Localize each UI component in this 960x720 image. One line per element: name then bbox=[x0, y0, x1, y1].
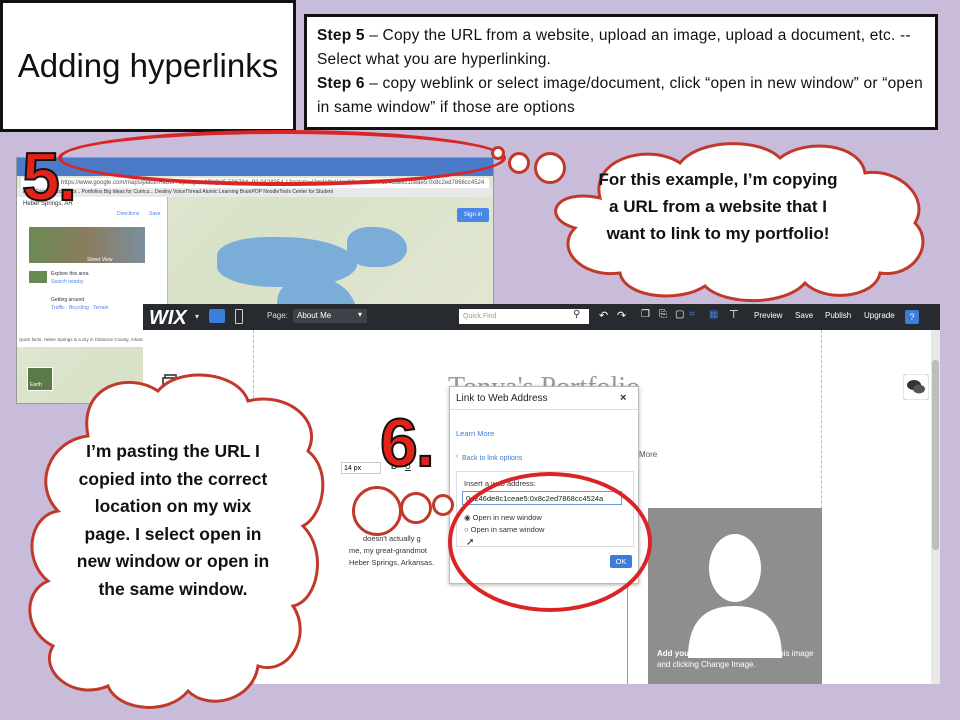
chevron-down-icon[interactable]: ▾ bbox=[358, 310, 362, 319]
help-button[interactable]: ? bbox=[905, 310, 919, 324]
paste-icon[interactable]: ⎘ bbox=[659, 309, 667, 320]
page-select[interactable]: About Me bbox=[293, 309, 367, 323]
page-label: Page: bbox=[267, 311, 288, 320]
lake-shape bbox=[217, 237, 357, 287]
dialog-divider bbox=[450, 409, 638, 410]
preview-button[interactable]: Preview bbox=[754, 311, 782, 320]
quick-find-input[interactable]: Quick Find bbox=[459, 309, 589, 324]
quick-facts: Quick facts: Heber Springs is a city in … bbox=[19, 337, 150, 342]
body-text-line[interactable]: Heber Springs, Arkansas. bbox=[349, 558, 434, 568]
rulers-icon[interactable]: ⊤ bbox=[729, 308, 739, 321]
directions-link[interactable]: Directions bbox=[117, 211, 139, 217]
desktop-view-icon[interactable] bbox=[209, 309, 225, 323]
thought-bubble bbox=[508, 152, 530, 174]
url-highlight-ellipse bbox=[58, 130, 506, 186]
redo-icon[interactable]: ↷ bbox=[617, 309, 626, 322]
callout-text-top-right: For this example, I’m copying a URL from… bbox=[598, 170, 838, 243]
image-placeholder-text: Add your own image by clicking this imag… bbox=[657, 648, 817, 670]
chevron-left-icon[interactable]: ‹ bbox=[456, 453, 458, 460]
explore-thumb bbox=[29, 271, 47, 283]
upgrade-button[interactable]: Upgrade bbox=[864, 311, 895, 320]
thought-bubble bbox=[400, 492, 432, 524]
step6-text: – copy weblink or select image/document,… bbox=[317, 75, 923, 116]
step6-label: Step 6 bbox=[317, 75, 365, 92]
getting-around-label: Getting around bbox=[51, 297, 85, 303]
save-link[interactable]: Save bbox=[149, 211, 160, 217]
mobile-view-icon[interactable] bbox=[235, 309, 243, 324]
grid-icon[interactable]: ▦ bbox=[709, 309, 718, 320]
more-link[interactable]: More bbox=[639, 450, 657, 459]
thought-bubble bbox=[352, 486, 402, 536]
search-icon[interactable]: ⚲ bbox=[573, 309, 580, 320]
step-5-marker: 5. bbox=[21, 138, 78, 216]
crop-icon[interactable]: ⌗ bbox=[689, 309, 695, 320]
street-view-label[interactable]: Street View bbox=[87, 257, 112, 263]
image-text-bold: Add your own image bbox=[657, 649, 736, 658]
slide-title: Adding hyperlinks bbox=[0, 0, 296, 132]
bookmarks-bar[interactable]: Apps Faculty Access for... Portfolios Bi… bbox=[17, 188, 493, 197]
copy-icon[interactable]: ❐ bbox=[641, 309, 650, 320]
chevron-down-icon[interactable]: ▾ bbox=[195, 312, 199, 321]
step5-text: – Copy the URL from a website, upload an… bbox=[317, 27, 911, 68]
learn-more-link[interactable]: Learn More bbox=[456, 429, 494, 438]
explore-label: Explore this area bbox=[51, 271, 89, 277]
delete-icon[interactable]: ▢ bbox=[675, 309, 684, 320]
callout-text-left: I’m pasting the URL I copied into the co… bbox=[76, 441, 270, 599]
sign-in-button[interactable]: Sign in bbox=[457, 208, 489, 222]
steps-description: Step 5 – Copy the URL from a website, up… bbox=[304, 14, 938, 130]
options-highlight-circle bbox=[448, 472, 652, 612]
close-icon[interactable]: × bbox=[620, 392, 626, 404]
search-nearby-link[interactable]: Search nearby bbox=[51, 279, 84, 285]
wix-top-bar: WIX ▾ Page: About Me ▾ Quick Find ⚲ ↶ ↷ … bbox=[143, 304, 940, 330]
back-to-link-options[interactable]: Back to link options bbox=[462, 455, 522, 462]
step-6-marker: 6. bbox=[379, 404, 436, 482]
chat-icon[interactable] bbox=[903, 374, 929, 400]
wix-logo: WIX bbox=[149, 307, 187, 329]
save-button[interactable]: Save bbox=[795, 311, 813, 320]
dialog-title: Link to Web Address bbox=[456, 393, 548, 404]
lake-shape bbox=[347, 227, 407, 267]
thought-bubble bbox=[491, 146, 505, 160]
traffic-links[interactable]: Traffic · Bicycling · Terrain bbox=[51, 305, 108, 311]
font-size-select[interactable]: 14 px bbox=[341, 462, 381, 474]
body-text-line[interactable]: me, my great-grandmot bbox=[349, 546, 427, 556]
thought-bubble bbox=[432, 494, 454, 516]
step5-label: Step 5 bbox=[317, 27, 365, 44]
publish-button[interactable]: Publish bbox=[825, 311, 851, 320]
scrollbar[interactable] bbox=[931, 330, 940, 684]
undo-icon[interactable]: ↶ bbox=[599, 309, 608, 322]
